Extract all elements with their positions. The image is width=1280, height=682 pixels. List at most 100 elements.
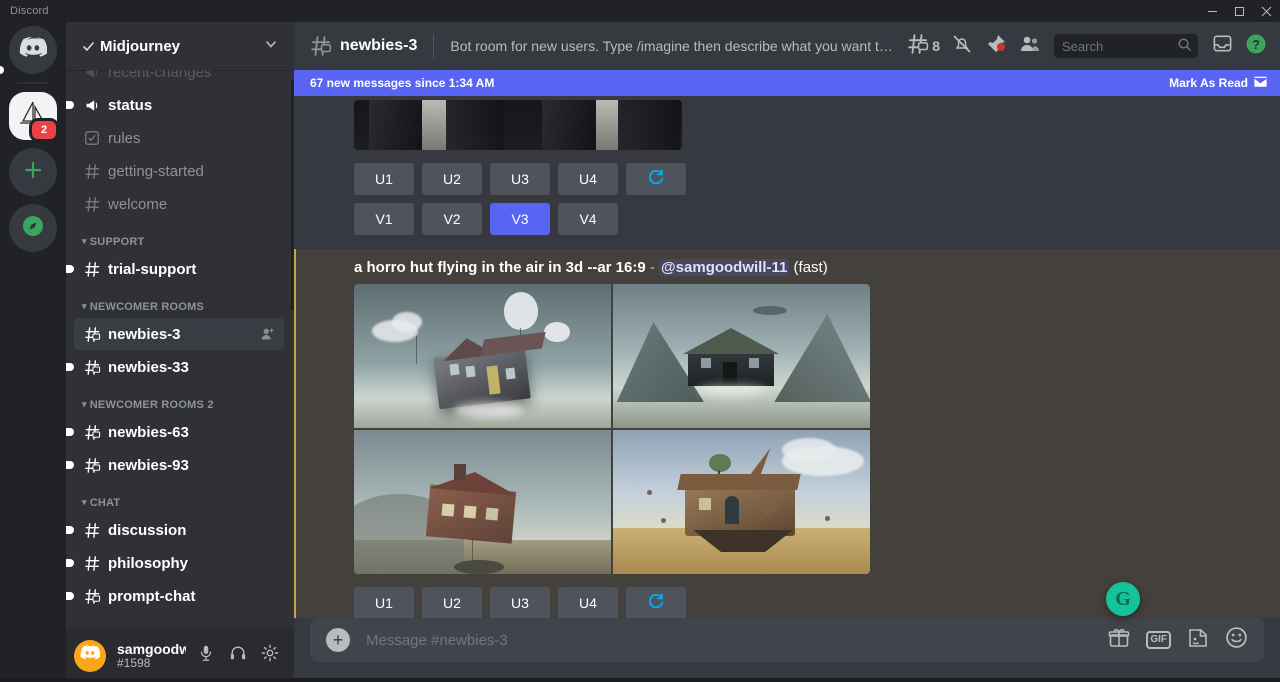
- guild-midjourney[interactable]: 2: [9, 92, 57, 140]
- server-rail: 2: [0, 22, 66, 682]
- sidebar-item-philosophy[interactable]: philosophy: [74, 547, 284, 579]
- create-thread-icon[interactable]: [260, 326, 276, 342]
- channel-list[interactable]: recent-changes status rules: [66, 70, 294, 629]
- explore-servers-button[interactable]: [9, 204, 57, 252]
- sidebar-item-status[interactable]: status: [74, 89, 284, 121]
- close-button[interactable]: [1253, 0, 1280, 22]
- mention-samgoodwill[interactable]: @samgoodwill-11: [659, 259, 789, 276]
- emoji-button[interactable]: [1225, 626, 1248, 654]
- message-scroll[interactable]: U1 U2 U3 U4 V1 V2: [294, 70, 1280, 618]
- mute-button[interactable]: [190, 640, 222, 672]
- sidebar-item-trial-support[interactable]: trial-support: [74, 253, 284, 285]
- announcement-icon: [82, 70, 102, 82]
- prompt-separator: -: [650, 259, 655, 276]
- emoji-icon: [1225, 626, 1248, 654]
- image-cell-4[interactable]: [613, 430, 870, 574]
- taskbar-strip: [0, 678, 1280, 682]
- grammarly-button[interactable]: G: [1106, 582, 1140, 616]
- add-server-button[interactable]: [9, 148, 57, 196]
- attach-button[interactable]: +: [326, 628, 350, 652]
- sticker-icon: [1187, 627, 1209, 654]
- header-actions: 8: [903, 30, 1272, 62]
- previous-result-image[interactable]: [354, 100, 682, 150]
- unread-dot: [66, 592, 74, 600]
- sticker-button[interactable]: [1187, 627, 1209, 654]
- button-refresh[interactable]: [626, 587, 686, 618]
- headset-icon: [229, 644, 247, 667]
- sidebar-item-label: newbies-63: [108, 424, 276, 441]
- button-u3[interactable]: U3: [490, 163, 550, 195]
- mark-as-read-button[interactable]: Mark As Read: [1169, 75, 1268, 92]
- sidebar-item-recent-changes[interactable]: recent-changes: [74, 70, 284, 88]
- unread-dot: [66, 363, 74, 371]
- result-image-grid[interactable]: [354, 284, 870, 574]
- button-u3[interactable]: U3: [490, 587, 550, 618]
- button-u4[interactable]: U4: [558, 163, 618, 195]
- threads-button[interactable]: 8: [903, 30, 944, 62]
- button-u2[interactable]: U2: [422, 587, 482, 618]
- button-u2[interactable]: U2: [422, 163, 482, 195]
- category-support[interactable]: ▾ SUPPORT: [66, 220, 292, 252]
- button-v2[interactable]: V2: [422, 203, 482, 235]
- category-chat[interactable]: ▾ CHAT: [66, 481, 292, 513]
- sidebar-item-getting-started[interactable]: getting-started: [74, 155, 284, 187]
- sidebar-item-newbies-33[interactable]: newbies-33: [74, 351, 284, 383]
- sidebar-item-discussion[interactable]: discussion: [74, 514, 284, 546]
- button-u4[interactable]: U4: [558, 587, 618, 618]
- sidebar-item-newbies-63[interactable]: newbies-63: [74, 416, 284, 448]
- guild-header[interactable]: Midjourney: [66, 22, 294, 70]
- user-settings-button[interactable]: [254, 640, 286, 672]
- button-v4[interactable]: V4: [558, 203, 618, 235]
- sidebar-item-newbies-3[interactable]: newbies-3: [74, 318, 284, 350]
- sidebar-item-label: prompt-chat: [108, 588, 276, 605]
- button-v1[interactable]: V1: [354, 203, 414, 235]
- sidebar-item-label: philosophy: [108, 555, 276, 572]
- gif-button[interactable]: GIF: [1146, 631, 1171, 649]
- chevron-down-icon[interactable]: [264, 37, 278, 55]
- sidebar-item-welcome[interactable]: welcome: [74, 188, 284, 220]
- announcement-icon: [82, 95, 102, 115]
- avatar[interactable]: [74, 640, 106, 672]
- image-cell-3[interactable]: [354, 430, 611, 574]
- pinned-messages-button[interactable]: [980, 30, 1012, 62]
- category-newcomer-rooms-2[interactable]: ▾ NEWCOMER ROOMS 2: [66, 383, 292, 415]
- deafen-button[interactable]: [222, 640, 254, 672]
- home-button[interactable]: [9, 26, 57, 74]
- microphone-icon: [197, 644, 215, 667]
- button-u1[interactable]: U1: [354, 163, 414, 195]
- hash-thread-icon: [82, 357, 102, 377]
- search-input[interactable]: Search: [1054, 34, 1198, 58]
- minimize-button[interactable]: [1199, 0, 1226, 22]
- button-refresh[interactable]: [626, 163, 686, 195]
- composer-box[interactable]: + Message #newbies-3 GIF: [310, 618, 1264, 662]
- main-panel: newbies-3 Bot room for new users. Type /…: [294, 22, 1280, 682]
- image-cell-2[interactable]: [613, 284, 870, 428]
- message-input[interactable]: Message #newbies-3: [366, 632, 1108, 649]
- sidebar-item-rules[interactable]: rules: [74, 122, 284, 154]
- rules-icon: [82, 128, 102, 148]
- notification-settings-button[interactable]: [946, 30, 978, 62]
- guild-badge: 2: [29, 118, 59, 142]
- category-newcomer-rooms[interactable]: ▾ NEWCOMER ROOMS: [66, 285, 292, 317]
- member-list-button[interactable]: [1014, 30, 1046, 62]
- new-messages-text: 67 new messages since 1:34 AM: [310, 76, 494, 90]
- user-identity[interactable]: samgoodw... #1598: [117, 641, 186, 671]
- maximize-button[interactable]: [1226, 0, 1253, 22]
- image-cell-1[interactable]: [354, 284, 611, 428]
- button-u1[interactable]: U1: [354, 587, 414, 618]
- hash-icon: [82, 194, 102, 214]
- unread-dot: [66, 559, 74, 567]
- sidebar-item-newbies-93[interactable]: newbies-93: [74, 449, 284, 481]
- gift-button[interactable]: [1108, 627, 1130, 654]
- window-controls: [1199, 0, 1280, 22]
- button-v3[interactable]: V3: [490, 203, 550, 235]
- new-messages-banner[interactable]: 67 new messages since 1:34 AM Mark As Re…: [294, 70, 1280, 96]
- help-circle-icon: ?: [1245, 33, 1267, 60]
- unread-dot: [66, 526, 74, 534]
- help-button[interactable]: ?: [1240, 30, 1272, 62]
- hash-icon: [82, 161, 102, 181]
- sidebar-item-prompt-chat[interactable]: prompt-chat: [74, 580, 284, 612]
- message-list: U1 U2 U3 U4 V1 V2: [294, 96, 1280, 618]
- channel-sidebar: Midjourney recent-changes: [66, 22, 294, 682]
- inbox-button[interactable]: [1206, 30, 1238, 62]
